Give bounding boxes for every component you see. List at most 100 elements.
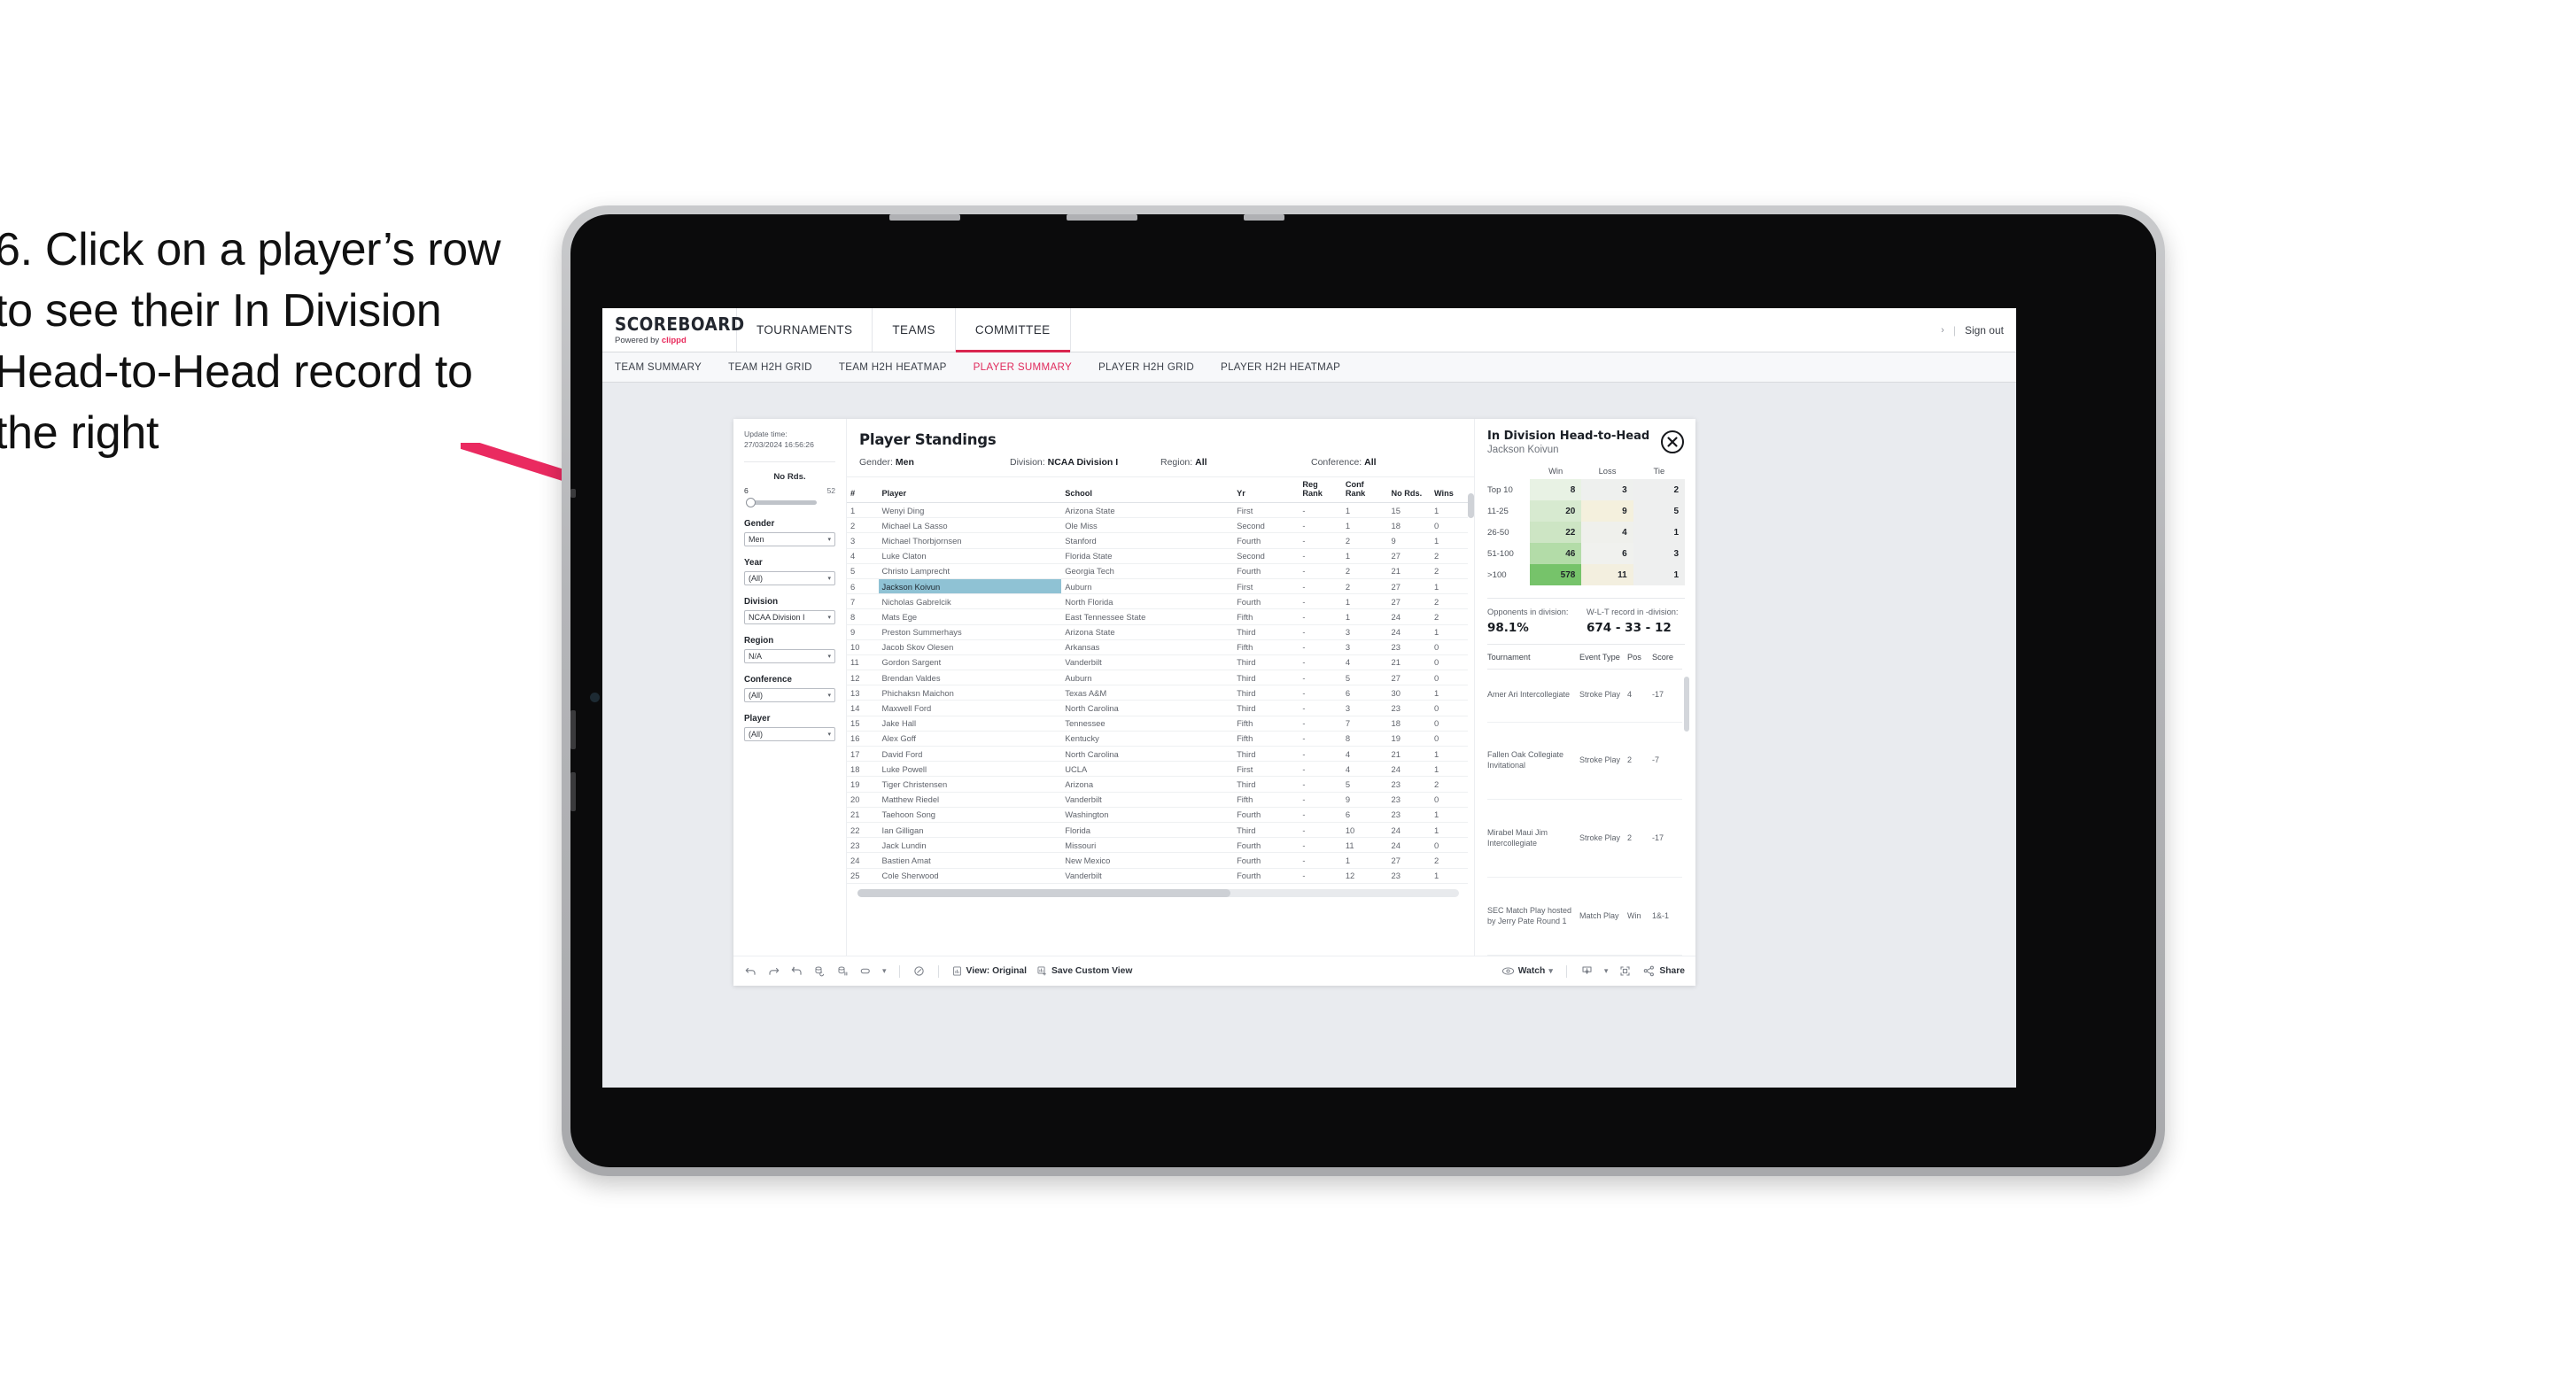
filter-select-conference[interactable]: (All) ▾ [744, 688, 835, 703]
table-row[interactable]: 4 Luke Claton Florida State Second -1 27 2 [847, 548, 1468, 564]
tab-team-summary[interactable]: TEAM SUMMARY [615, 361, 702, 373]
tab-player-summary[interactable]: PLAYER SUMMARY [974, 361, 1072, 373]
no-rounds-slider-handle[interactable] [746, 498, 756, 508]
brand-logo[interactable]: SCOREBOARD Powered by clippd [602, 308, 744, 352]
tab-player-h2h-heatmap[interactable]: PLAYER H2H HEATMAP [1221, 361, 1340, 373]
table-row[interactable]: 22 Ian Gilligan Florida Third -10 24 1 [847, 822, 1468, 839]
tournament-row[interactable]: Fallen Oak Collegiate Invitational Stroke… [1487, 722, 1682, 801]
tab-team-h2h-grid[interactable]: TEAM H2H GRID [728, 361, 812, 373]
table-row[interactable]: 10 Jacob Skov Olesen Arkansas Fifth -3 23 0 [847, 639, 1468, 655]
cell-conf-rank: 1 [1341, 852, 1388, 869]
cell-player: Jacob Skov Olesen [878, 639, 1062, 655]
fullscreen-icon[interactable] [1618, 964, 1632, 978]
sign-out-link[interactable]: Sign out [1965, 324, 2004, 337]
tab-team-h2h-heatmap[interactable]: TEAM H2H HEATMAP [839, 361, 947, 373]
cell-wins: 2 [1430, 563, 1468, 579]
no-rounds-slider-track[interactable] [746, 498, 817, 508]
chevron-down-icon-3[interactable]: ▾ [1604, 966, 1609, 976]
col-rank[interactable]: # [847, 477, 879, 503]
filter-select-player[interactable]: (All) ▾ [744, 727, 835, 742]
col-yr[interactable]: Yr [1233, 477, 1300, 503]
nav-item-tournaments[interactable]: TOURNAMENTS [737, 308, 873, 352]
table-row[interactable]: 3 Michael Thorbjornsen Stanford Fourth -2 9 1 [847, 532, 1468, 549]
table-row[interactable]: 24 Bastien Amat New Mexico Fourth -1 27 2 [847, 852, 1468, 869]
table-row[interactable]: 8 Mats Ege East Tennessee State Fifth -1 24 2 [847, 608, 1468, 625]
tournament-header-row: Tournament Event Type Pos Score [1487, 645, 1682, 670]
horizontal-scrollbar[interactable] [857, 888, 1459, 897]
cell-conf-rank: 5 [1341, 776, 1388, 793]
horizontal-scrollbar-thumb[interactable] [857, 888, 1230, 897]
watch-button[interactable]: Watch ▾ [1501, 965, 1553, 977]
save-custom-view-button[interactable]: Save Custom View [1036, 965, 1132, 977]
cell-tournament-event: Stroke Play [1579, 669, 1627, 723]
col-conf-rank[interactable]: Conf Rank [1341, 477, 1388, 503]
tab-player-h2h-grid[interactable]: PLAYER H2H GRID [1098, 361, 1194, 373]
h2h-title: In Division Head-to-Head [1487, 430, 1650, 443]
table-row[interactable]: 6 Jackson Koivun Auburn First -2 27 1 [847, 578, 1468, 595]
filter-select-year[interactable]: (All) ▾ [744, 571, 835, 586]
table-row[interactable]: 1 Wenyi Ding Arizona State First -1 15 1 [847, 502, 1468, 519]
cell-player: Jack Lundin [878, 837, 1062, 854]
refresh-data-icon[interactable] [813, 964, 826, 978]
table-row[interactable]: 21 Taehoon Song Washington Fourth -6 23 1 [847, 807, 1468, 823]
tournament-row[interactable]: Amer Ari Intercollegiate Stroke Play 4 -17 [1487, 669, 1682, 723]
table-row[interactable]: 12 Brendan Valdes Auburn Third -5 27 0 [847, 670, 1468, 686]
cell-conf-rank: 10 [1341, 822, 1388, 839]
vertical-scrollbar[interactable] [1468, 493, 1474, 956]
h2h-win-value: 8 [1530, 479, 1582, 500]
cell-reg-rank: - [1299, 746, 1342, 763]
chevron-down-icon-1[interactable]: ▾ [882, 966, 887, 976]
filter-select-division[interactable]: NCAA Division I ▾ [744, 610, 835, 625]
table-row[interactable]: 5 Christo Lamprecht Georgia Tech Fourth -2 21… [847, 563, 1468, 579]
table-row[interactable]: 25 Cole Sherwood Vanderbilt Fourth -12 23 1 [847, 868, 1468, 884]
view-original-button[interactable]: View: Original [951, 965, 1027, 977]
table-row[interactable]: 18 Luke Powell UCLA First -4 24 1 [847, 761, 1468, 778]
pause-refresh-icon[interactable] [836, 964, 850, 978]
undo-icon[interactable] [744, 964, 757, 978]
cell-rank: 15 [847, 716, 879, 732]
col-player[interactable]: Player [878, 477, 1062, 503]
nav-item-committee[interactable]: COMMITTEE [955, 308, 1071, 352]
tournament-scrollbar-thumb[interactable] [1684, 677, 1689, 732]
table-row[interactable]: 15 Jake Hall Tennessee Fifth -7 18 0 [847, 716, 1468, 732]
close-circle-icon[interactable] [1660, 430, 1685, 454]
tournament-row[interactable]: SEC Match Play hosted by Jerry Pate Roun… [1487, 877, 1682, 956]
filter-select-region[interactable]: N/A ▾ [744, 649, 835, 664]
table-row[interactable]: 23 Jack Lundin Missouri Fourth -11 24 0 [847, 837, 1468, 854]
cell-yr: Fourth [1233, 593, 1300, 610]
vertical-scrollbar-thumb[interactable] [1468, 493, 1474, 518]
cell-wins: 2 [1430, 852, 1468, 869]
cell-yr: Third [1233, 776, 1300, 793]
table-row[interactable]: 16 Alex Goff Kentucky Fifth -8 19 0 [847, 731, 1468, 747]
col-wins[interactable]: Wins [1430, 477, 1468, 503]
table-row[interactable]: 20 Matthew Riedel Vanderbilt Fifth -9 23 0 [847, 792, 1468, 808]
pill-icon[interactable] [859, 964, 873, 978]
nav-item-teams[interactable]: TEAMS [873, 308, 956, 352]
filter-select-gender[interactable]: Men ▾ [744, 532, 835, 547]
view-icon [952, 966, 961, 976]
tournament-row[interactable]: Mirabel Maui Jim Intercollegiate Stroke P… [1487, 799, 1682, 879]
share-button[interactable]: Share [1642, 964, 1685, 978]
table-row[interactable]: 19 Tiger Christensen Arizona Third -5 23 2 [847, 776, 1468, 793]
cell-rank: 9 [847, 624, 879, 640]
chevron-right-icon[interactable]: › [1941, 325, 1944, 336]
download-icon[interactable] [1580, 964, 1594, 978]
table-row[interactable]: 14 Maxwell Ford North Carolina Third -3 23 0 [847, 700, 1468, 716]
table-row[interactable]: 2 Michael La Sasso Ole Miss Second -1 18 0 [847, 517, 1468, 534]
table-row[interactable]: 7 Nicholas Gabrelcik North Florida Fourth -1… [847, 593, 1468, 610]
col-no-rds[interactable]: No Rds. [1387, 477, 1431, 503]
tournament-scrollbar[interactable] [1684, 677, 1689, 956]
cell-player: Brendan Valdes [878, 670, 1062, 686]
redo-icon[interactable] [767, 964, 780, 978]
table-row[interactable]: 9 Preston Summerhays Arizona State Third -3 2… [847, 624, 1468, 640]
col-school[interactable]: School [1061, 477, 1234, 503]
table-row[interactable]: 13 Phichaksn Maichon Texas A&M Third -6 30 1 [847, 685, 1468, 701]
table-row[interactable]: 17 David Ford North Carolina Third -4 21 1 [847, 746, 1468, 763]
col-reg-rank[interactable]: Reg Rank [1299, 477, 1342, 503]
cell-yr: Fourth [1233, 807, 1300, 823]
table-row[interactable]: 11 Gordon Sargent Vanderbilt Third -4 21 0 [847, 654, 1468, 671]
revert-icon[interactable] [790, 964, 803, 978]
cell-no-rds: 21 [1387, 563, 1431, 579]
alerts-icon[interactable] [912, 964, 926, 978]
cell-player: David Ford [878, 746, 1062, 763]
